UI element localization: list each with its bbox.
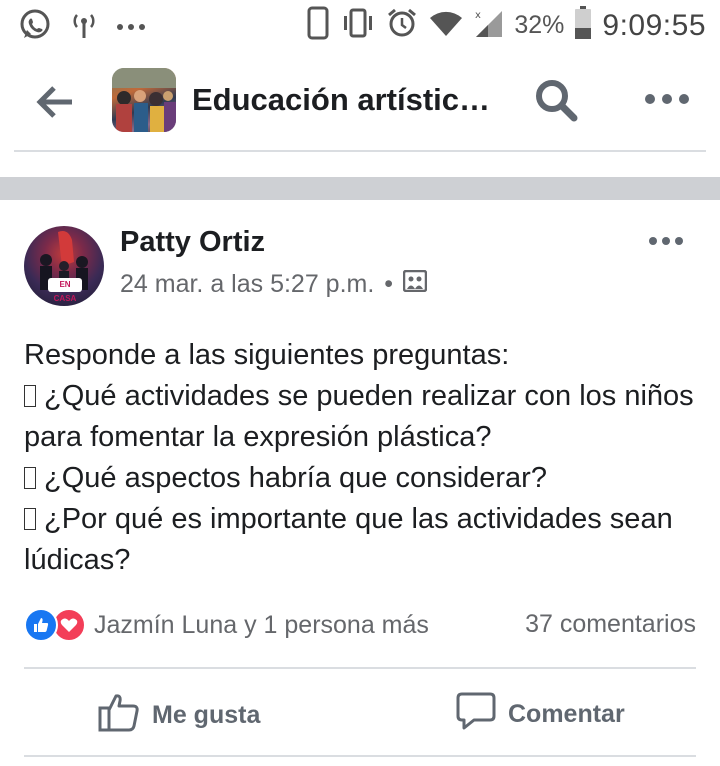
battery-percent: 32%	[514, 11, 565, 39]
hotspot-icon	[70, 10, 98, 45]
svg-text:x: x	[475, 10, 481, 21]
feed-separator	[0, 177, 720, 200]
clock-time: 9:09:55	[602, 8, 706, 42]
post-meta: 24 mar. a las 5:27 p.m. •	[120, 269, 428, 299]
like-icon	[98, 692, 140, 739]
comment-label: Comentar	[508, 700, 625, 728]
vibrate-icon	[340, 7, 376, 44]
post-more-icon[interactable]	[648, 234, 684, 246]
meta-separator: •	[384, 270, 394, 298]
battery-icon	[574, 6, 592, 45]
post-question: ¿Qué actividades se pueden realizar con …	[24, 380, 694, 453]
comments-count[interactable]: 37 comentarios	[525, 610, 696, 639]
more-icon[interactable]	[644, 92, 690, 106]
post-question: ¿Por qué es importante que las actividad…	[24, 503, 673, 576]
more-dots-icon	[116, 19, 146, 37]
group-thumbnail[interactable]	[112, 68, 176, 132]
signal-icon: x	[474, 7, 504, 44]
post-text: Responde a las siguientes preguntas: ¿Qu…	[24, 335, 704, 581]
status-bar: x 32% 9:09:55	[0, 0, 720, 50]
author-avatar[interactable]: EN CASA	[24, 226, 104, 306]
alarm-icon	[386, 7, 418, 44]
avatar-badge: EN CASA	[48, 278, 82, 303]
post-intro: Responde a las siguientes preguntas:	[24, 339, 510, 371]
bottom-divider	[24, 755, 696, 757]
missing-glyph-icon	[24, 508, 36, 530]
missing-glyph-icon	[24, 385, 36, 407]
like-label: Me gusta	[152, 701, 261, 729]
missing-glyph-icon	[24, 467, 36, 489]
header-divider	[14, 150, 706, 152]
group-photo-icon	[402, 269, 428, 299]
comment-button[interactable]: Comentar	[456, 692, 625, 737]
comment-icon	[456, 692, 496, 737]
post-author[interactable]: Patty Ortiz	[120, 226, 265, 259]
group-header: Educación artístic…	[0, 56, 720, 146]
post-timestamp[interactable]: 24 mar. a las 5:27 p.m.	[120, 270, 374, 299]
reactions-summary[interactable]: Jazmín Luna y 1 persona más	[24, 608, 429, 642]
wifi-icon	[428, 8, 464, 43]
back-arrow-icon[interactable]	[36, 82, 76, 122]
reactions-text: Jazmín Luna y 1 persona más	[94, 610, 429, 639]
group-title[interactable]: Educación artístic…	[192, 82, 490, 118]
actions-divider	[24, 667, 696, 669]
whatsapp-icon	[18, 8, 52, 47]
search-icon[interactable]	[534, 78, 578, 122]
like-reaction-icon	[24, 608, 58, 642]
phone-outline-icon	[306, 6, 330, 45]
like-button[interactable]: Me gusta	[98, 692, 260, 739]
post-question: ¿Qué aspectos habría que considerar?	[24, 458, 704, 499]
